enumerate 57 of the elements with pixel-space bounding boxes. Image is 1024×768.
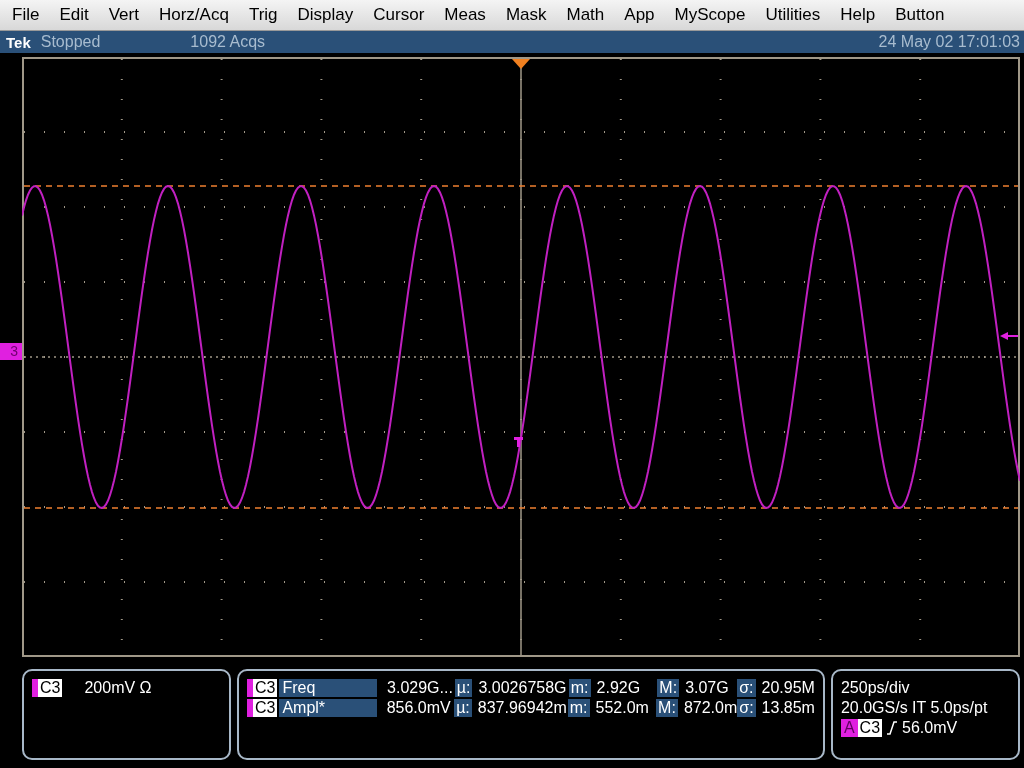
menu-item[interactable]: Vert	[100, 1, 147, 29]
trigger-position-icon[interactable]	[512, 59, 530, 69]
trigger-level: 56.0mV	[902, 719, 958, 737]
statistic-label: µ:	[454, 699, 472, 717]
statistic-value: 872.0m	[683, 699, 738, 717]
measurement-panel[interactable]: C3 Freq 3.029G... µ: 3.0026758G m: 2.92G M: 3.07G σ: 20.95M C3 Ampl* 856.0mV µ: 837.96942m m: 552.0m M: 872.0mσ: 13.85m	[236, 669, 825, 760]
menu-item[interactable]: Utilities	[757, 1, 829, 29]
menu-item[interactable]: Trig	[240, 1, 286, 29]
trigger-source: C3	[857, 719, 883, 737]
measurement-value: 3.029G...	[387, 679, 454, 697]
statistic-label: µ:	[454, 679, 473, 697]
statistic-value: 20.95M	[761, 679, 815, 697]
menu-item[interactable]: Help	[832, 1, 884, 29]
menu-item[interactable]: App	[616, 1, 663, 29]
measurement-name: Ampl*	[279, 699, 377, 717]
statistic-value: 3.07G	[685, 679, 730, 697]
statistic-value: 837.96942m	[477, 699, 568, 717]
date-time: 24 May 02 17:01:03	[878, 33, 1020, 51]
channel-tag: C3	[32, 679, 63, 697]
vertical-scale: 200mV Ω	[84, 679, 152, 697]
statistic-label: σ:	[737, 679, 756, 697]
menu-item[interactable]: Math	[558, 1, 613, 29]
statistic-value: 2.92G	[596, 679, 642, 697]
menu-item[interactable]: Meas	[436, 1, 494, 29]
trigger-level-icon[interactable]	[1000, 332, 1018, 340]
statistic-label: m:	[567, 699, 590, 717]
statistic-value: 13.85m	[761, 699, 815, 717]
trigger-point-icon	[514, 437, 523, 447]
timebase-panel[interactable]: 250ps/div 20.0GS/s IT 5.0ps/pt A C3 56.0mV	[830, 669, 1020, 760]
measurement-value: 856.0mV	[386, 699, 452, 717]
acquisition-count: 1092 Acqs	[190, 33, 266, 51]
rising-edge-icon	[886, 721, 899, 735]
menu-item[interactable]: MyScope	[666, 1, 754, 29]
statistic-label: σ:	[737, 699, 756, 717]
brand-label: Tek	[6, 33, 31, 51]
measurement-name: Freq	[279, 679, 378, 697]
statistic-label: M:	[657, 679, 680, 697]
timebase-reading: 250ps/div	[840, 679, 910, 697]
statistic-value: 552.0m	[595, 699, 650, 717]
menu-item[interactable]: Edit	[51, 1, 97, 29]
channel-tag: C3	[246, 679, 278, 697]
menu-item[interactable]: Mask	[497, 1, 555, 29]
channel-panel[interactable]: C3 200mV Ω	[22, 669, 231, 760]
acquisition-state: Stopped	[40, 33, 101, 51]
menu-item[interactable]: Horz/Acq	[150, 1, 237, 29]
menu-item[interactable]: File	[4, 1, 48, 29]
menu-item[interactable]: Button	[887, 1, 953, 29]
channel-tag: C3	[246, 699, 278, 717]
statistic-value: 3.0026758G	[478, 679, 568, 697]
cursor-line[interactable]	[23, 185, 1019, 187]
menu-item[interactable]: Display	[289, 1, 362, 29]
cursor-line[interactable]	[23, 507, 1019, 509]
timebase-reading: 20.0GS/s IT 5.0ps/pt	[840, 699, 988, 717]
menu-item[interactable]: Cursor	[365, 1, 433, 29]
statistic-label: M:	[656, 699, 678, 717]
statistic-label: m:	[568, 679, 591, 697]
trigger-tag: A	[840, 719, 858, 737]
